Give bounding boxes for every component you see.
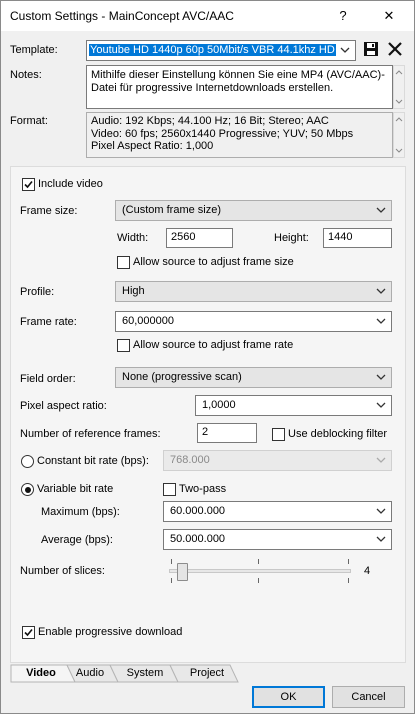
- average-dropdown[interactable]: 50.000.000: [163, 529, 392, 550]
- window-title: Custom Settings - MainConcept AVC/AAC: [10, 9, 234, 23]
- slider-thumb[interactable]: [177, 563, 188, 581]
- close-button[interactable]: ✕: [366, 1, 412, 31]
- chevron-down-icon: [376, 288, 386, 294]
- chevron-down-icon: [376, 318, 386, 324]
- notes-scrollbar[interactable]: [393, 65, 405, 109]
- width-label: Width:: [117, 232, 149, 244]
- scroll-up-icon: [395, 117, 403, 122]
- progressive-download-checkbox[interactable]: [22, 626, 35, 639]
- chevron-down-icon: [376, 508, 386, 514]
- notes-label: Notes:: [10, 69, 42, 81]
- slices-label: Number of slices:: [20, 565, 105, 577]
- tab-video[interactable]: Video: [16, 664, 66, 684]
- deblocking-label: Use deblocking filter: [288, 428, 388, 440]
- delete-x-icon: [388, 42, 402, 56]
- scroll-down-icon: [395, 99, 403, 104]
- template-value: Youtube HD 1440p 60p 50Mbit/s VBR 44.1kh…: [89, 44, 336, 56]
- two-pass-checkbox[interactable]: [163, 483, 176, 496]
- allow-source-frame-size-label: Allow source to adjust frame size: [133, 256, 294, 268]
- profile-dropdown[interactable]: High: [115, 281, 392, 302]
- chevron-down-icon: [340, 47, 350, 53]
- chevron-down-icon: [376, 402, 386, 408]
- cbr-dropdown: 768.000: [163, 450, 392, 471]
- field-order-dropdown[interactable]: None (progressive scan): [115, 367, 392, 388]
- progressive-download-label: Enable progressive download: [38, 626, 183, 638]
- floppy-disk-icon: [364, 42, 378, 56]
- ref-frames-input[interactable]: 2: [197, 423, 257, 443]
- chevron-down-icon: [376, 457, 386, 463]
- format-summary: Audio: 192 Kbps; 44.100 Hz; 16 Bit; Ster…: [86, 112, 393, 158]
- custom-settings-dialog: Custom Settings - MainConcept AVC/AAC ? …: [0, 0, 415, 714]
- include-video-label: Include video: [38, 178, 103, 190]
- width-input[interactable]: 2560: [166, 228, 233, 248]
- two-pass-label: Two-pass: [179, 483, 227, 495]
- save-template-button[interactable]: [363, 41, 379, 57]
- allow-source-frame-rate-checkbox[interactable]: [117, 339, 130, 352]
- profile-value: High: [122, 285, 145, 297]
- frame-rate-label: Frame rate:: [20, 316, 77, 328]
- checkmark-icon: [24, 628, 33, 637]
- cancel-button[interactable]: Cancel: [332, 686, 405, 708]
- average-value: 50.000.000: [170, 533, 226, 545]
- ok-button[interactable]: OK: [252, 686, 325, 708]
- frame-rate-value: 60,000000: [122, 315, 174, 327]
- average-label: Average (bps):: [41, 534, 113, 546]
- maximum-value: 60.000.000: [170, 505, 226, 517]
- vbr-label: Variable bit rate: [37, 483, 114, 495]
- tab-project[interactable]: Project: [178, 664, 236, 684]
- cbr-value: 768.000: [170, 454, 210, 466]
- chevron-down-icon: [376, 536, 386, 542]
- profile-label: Profile:: [20, 286, 55, 298]
- template-dropdown[interactable]: Youtube HD 1440p 60p 50Mbit/s VBR 44.1kh…: [86, 40, 356, 61]
- allow-source-frame-size-checkbox[interactable]: [117, 256, 130, 269]
- format-video-line: Video: 60 fps; 2560x1440 Progressive; YU…: [91, 127, 354, 140]
- notes-field[interactable]: Mithilfe dieser Einstellung können Sie e…: [86, 65, 393, 109]
- scroll-up-icon: [395, 70, 403, 75]
- format-par-line: Pixel Aspect Ratio: 1,000: [91, 140, 214, 152]
- maximum-label: Maximum (bps):: [41, 506, 120, 518]
- format-label: Format:: [10, 115, 48, 127]
- allow-source-frame-rate-label: Allow source to adjust frame rate: [133, 339, 294, 351]
- help-button[interactable]: ?: [320, 1, 366, 31]
- deblocking-checkbox[interactable]: [272, 428, 285, 441]
- pixel-aspect-label: Pixel aspect ratio:: [20, 400, 107, 412]
- include-video-checkbox[interactable]: [22, 178, 35, 191]
- ref-frames-label: Number of reference frames:: [20, 428, 161, 440]
- format-scrollbar[interactable]: [393, 112, 405, 158]
- frame-size-label: Frame size:: [20, 205, 78, 217]
- delete-template-button[interactable]: [387, 41, 403, 57]
- format-audio-line: Audio: 192 Kbps; 44.100 Hz; 16 Bit; Ster…: [91, 115, 329, 127]
- slices-slider[interactable]: [169, 558, 351, 586]
- tab-system[interactable]: System: [116, 664, 174, 684]
- frame-rate-dropdown[interactable]: 60,000000: [115, 311, 392, 332]
- checkmark-icon: [24, 180, 33, 189]
- frame-size-value: (Custom frame size): [122, 204, 222, 216]
- frame-size-dropdown[interactable]: (Custom frame size): [115, 200, 392, 221]
- scroll-down-icon: [395, 148, 403, 153]
- pixel-aspect-dropdown[interactable]: 1,0000: [195, 395, 392, 416]
- slices-value: 4: [364, 565, 371, 577]
- maximum-dropdown[interactable]: 60.000.000: [163, 501, 392, 522]
- chevron-down-icon: [376, 207, 386, 213]
- field-order-value: None (progressive scan): [122, 371, 242, 383]
- title-bar: Custom Settings - MainConcept AVC/AAC ? …: [1, 1, 414, 31]
- cbr-radio[interactable]: [21, 455, 34, 468]
- tab-audio[interactable]: Audio: [70, 664, 110, 684]
- vbr-radio[interactable]: [21, 483, 34, 496]
- field-order-label: Field order:: [20, 373, 76, 385]
- pixel-aspect-value: 1,0000: [202, 399, 236, 411]
- height-label: Height:: [274, 232, 309, 244]
- template-label: Template:: [10, 44, 58, 56]
- chevron-down-icon: [376, 374, 386, 380]
- height-input[interactable]: 1440: [323, 228, 392, 248]
- cbr-label: Constant bit rate (bps):: [37, 455, 149, 467]
